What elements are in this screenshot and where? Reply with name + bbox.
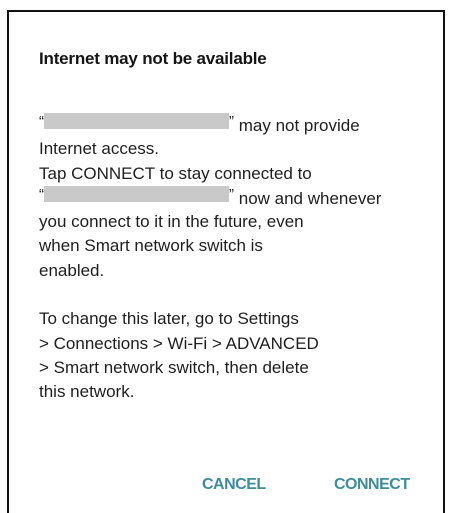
message-line-4: “” now and whenever [39,185,441,210]
dialog-message: “” may not provide Internet access. Tap … [39,113,441,405]
message-line-9: > Connections > Wi-Fi > ADVANCED [39,333,319,353]
message-line-4-text: now and whenever [238,188,382,208]
redacted-network-name [44,185,229,202]
connect-button[interactable]: CONNECT [334,476,410,494]
message-line-2: Internet access. [39,139,160,159]
dialog-title: Internet may not be available [39,49,267,68]
message-line-5: you connect to it in the future, even [39,212,304,232]
message-line-8: To change this later, go to Settings [39,309,299,329]
message-line-10: > Smart network switch, then delete [39,357,309,377]
close-quote: ” [229,113,234,130]
message-line-1: “” may not provide [39,113,441,137]
message-line-11: this network. [39,382,135,402]
message-line-7: enabled. [39,260,105,280]
wifi-dialog: Internet may not be available “” may not… [7,10,445,513]
close-quote: ” [229,185,234,203]
message-line-1-text: may not provide [238,116,360,135]
message-line-3: Tap CONNECT to stay connected to [39,163,312,183]
message-line-6: when Smart network switch is [39,236,263,256]
redacted-network-name [44,113,229,129]
cancel-button[interactable]: CANCEL [202,476,266,494]
